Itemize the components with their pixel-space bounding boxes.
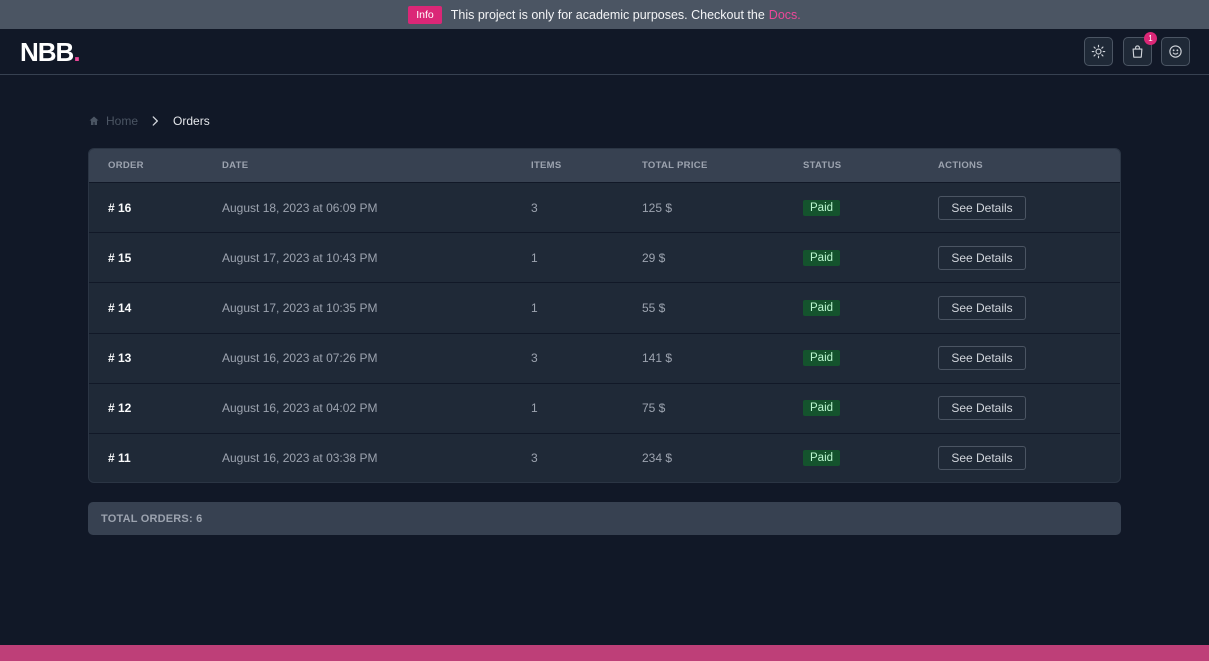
status-badge: Paid <box>803 249 841 266</box>
order-items: 1 <box>531 300 538 315</box>
cart-button[interactable]: 1 <box>1123 32 1157 66</box>
order-date: August 16, 2023 at 07:26 PM <box>222 351 378 366</box>
order-items: 3 <box>531 200 538 215</box>
table-row: # 14 August 17, 2023 at 10:35 PM 1 55 $ … <box>89 282 1120 332</box>
order-date: August 17, 2023 at 10:43 PM <box>222 250 378 265</box>
shopping-bag-icon <box>1132 45 1143 58</box>
footer-strip <box>0 645 1209 661</box>
logo-dot: . <box>73 37 80 67</box>
order-date: August 17, 2023 at 10:35 PM <box>222 300 378 315</box>
header-total-price: TOTAL PRICE <box>642 160 708 171</box>
order-items: 3 <box>531 351 538 366</box>
see-details-button[interactable]: See Details <box>938 346 1026 371</box>
status-badge: Paid <box>803 199 841 216</box>
breadcrumb-home[interactable]: Home <box>88 114 138 128</box>
orders-table: ORDER DATE ITEMS TOTAL PRICE STATUS ACTI… <box>88 148 1121 483</box>
order-id: # 11 <box>108 451 131 466</box>
header-order: ORDER <box>108 160 144 171</box>
see-details-button[interactable]: See Details <box>938 295 1026 320</box>
order-price: 125 $ <box>642 200 673 215</box>
smiley-icon <box>1169 45 1182 58</box>
breadcrumb-current: Orders <box>173 114 210 128</box>
status-badge: Paid <box>803 350 841 367</box>
order-price: 55 $ <box>642 300 666 315</box>
order-date: August 16, 2023 at 04:02 PM <box>222 401 378 416</box>
home-icon <box>89 116 99 125</box>
table-row: # 13 August 16, 2023 at 07:26 PM 3 141 $… <box>89 332 1120 383</box>
status-badge: Paid <box>803 299 841 316</box>
order-id: # 15 <box>108 250 132 265</box>
order-price: 141 $ <box>642 351 673 366</box>
order-price: 234 $ <box>642 451 673 466</box>
total-orders-label: TOTAL ORDERS: 6 <box>101 512 203 525</box>
table-row: # 16 August 18, 2023 at 06:09 PM 3 125 $… <box>89 182 1120 232</box>
status-badge: Paid <box>803 400 841 417</box>
header-actions: ACTIONS <box>938 160 983 171</box>
table-row: # 15 August 17, 2023 at 10:43 PM 1 29 $ … <box>89 232 1120 282</box>
info-badge: Info <box>408 5 442 24</box>
order-id: # 13 <box>108 351 132 366</box>
total-orders-bar: TOTAL ORDERS: 6 <box>88 502 1121 535</box>
chevron-right-icon <box>152 116 158 126</box>
table-row: # 11 August 16, 2023 at 03:38 PM 3 234 $… <box>89 432 1120 482</box>
order-price: 29 $ <box>642 250 666 265</box>
theme-toggle-button[interactable] <box>1084 37 1113 66</box>
see-details-button[interactable]: See Details <box>938 446 1026 471</box>
navbar: NBB. 1 <box>0 29 1209 75</box>
sun-icon <box>1091 44 1106 59</box>
docs-link[interactable]: Docs. <box>769 8 801 22</box>
account-button[interactable] <box>1161 37 1190 66</box>
see-details-button[interactable]: See Details <box>938 396 1026 421</box>
order-id: # 16 <box>108 200 132 215</box>
order-id: # 14 <box>108 300 132 315</box>
breadcrumb: Home Orders <box>88 114 210 128</box>
order-items: 1 <box>531 250 538 265</box>
logo-text: NBB <box>20 37 74 67</box>
status-badge: Paid <box>803 450 841 467</box>
order-id: # 12 <box>108 401 132 416</box>
order-items: 1 <box>531 401 538 416</box>
table-row: # 12 August 16, 2023 at 04:02 PM 1 75 $ … <box>89 382 1120 433</box>
cart-count-badge: 1 <box>1144 32 1157 45</box>
info-banner: Info This project is only for academic p… <box>0 0 1209 29</box>
order-date: August 18, 2023 at 06:09 PM <box>222 200 378 215</box>
table-header: ORDER DATE ITEMS TOTAL PRICE STATUS ACTI… <box>89 149 1120 182</box>
order-items: 3 <box>531 451 538 466</box>
header-status: STATUS <box>803 160 842 171</box>
see-details-button[interactable]: See Details <box>938 245 1026 270</box>
breadcrumb-home-label: Home <box>106 114 139 128</box>
banner-text: This project is only for academic purpos… <box>450 7 765 22</box>
header-items: ITEMS <box>531 160 562 171</box>
order-price: 75 $ <box>642 401 666 416</box>
logo[interactable]: NBB. <box>20 37 81 68</box>
order-date: August 16, 2023 at 03:38 PM <box>222 451 378 466</box>
see-details-button[interactable]: See Details <box>938 195 1026 220</box>
header-date: DATE <box>222 160 249 171</box>
